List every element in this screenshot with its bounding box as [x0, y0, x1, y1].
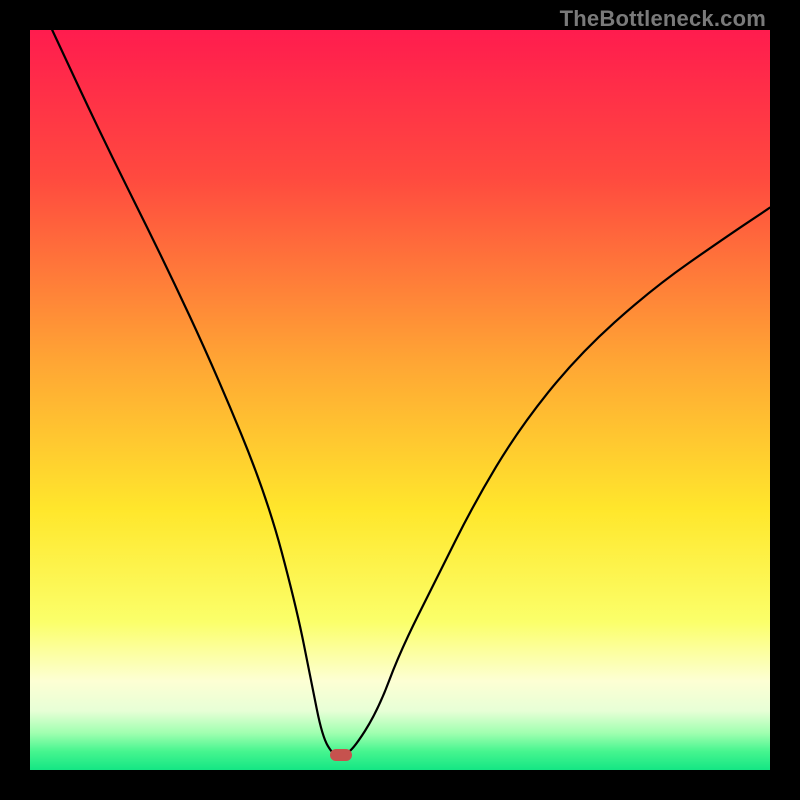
- watermark-text: TheBottleneck.com: [560, 6, 766, 32]
- curve-line: [30, 30, 770, 770]
- minimum-marker: [330, 749, 352, 761]
- plot-area: [30, 30, 770, 770]
- chart-frame: TheBottleneck.com: [0, 0, 800, 800]
